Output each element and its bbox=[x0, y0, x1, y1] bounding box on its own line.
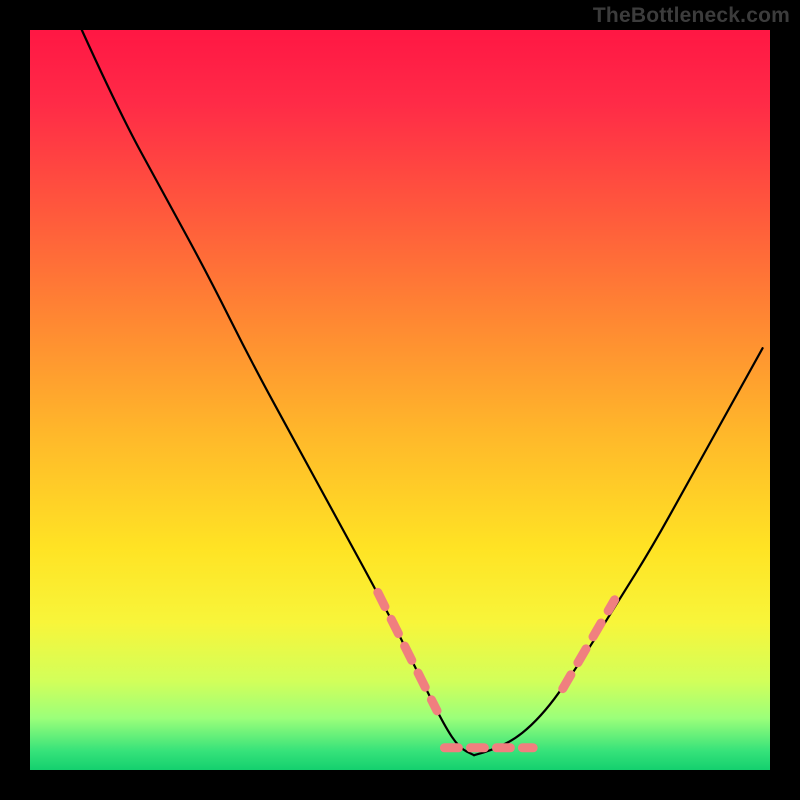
chart-stage: TheBottleneck.com bbox=[0, 0, 800, 800]
plot-background bbox=[30, 30, 770, 770]
watermark-text: TheBottleneck.com bbox=[593, 4, 790, 28]
bottleneck-curve-chart bbox=[0, 0, 800, 800]
